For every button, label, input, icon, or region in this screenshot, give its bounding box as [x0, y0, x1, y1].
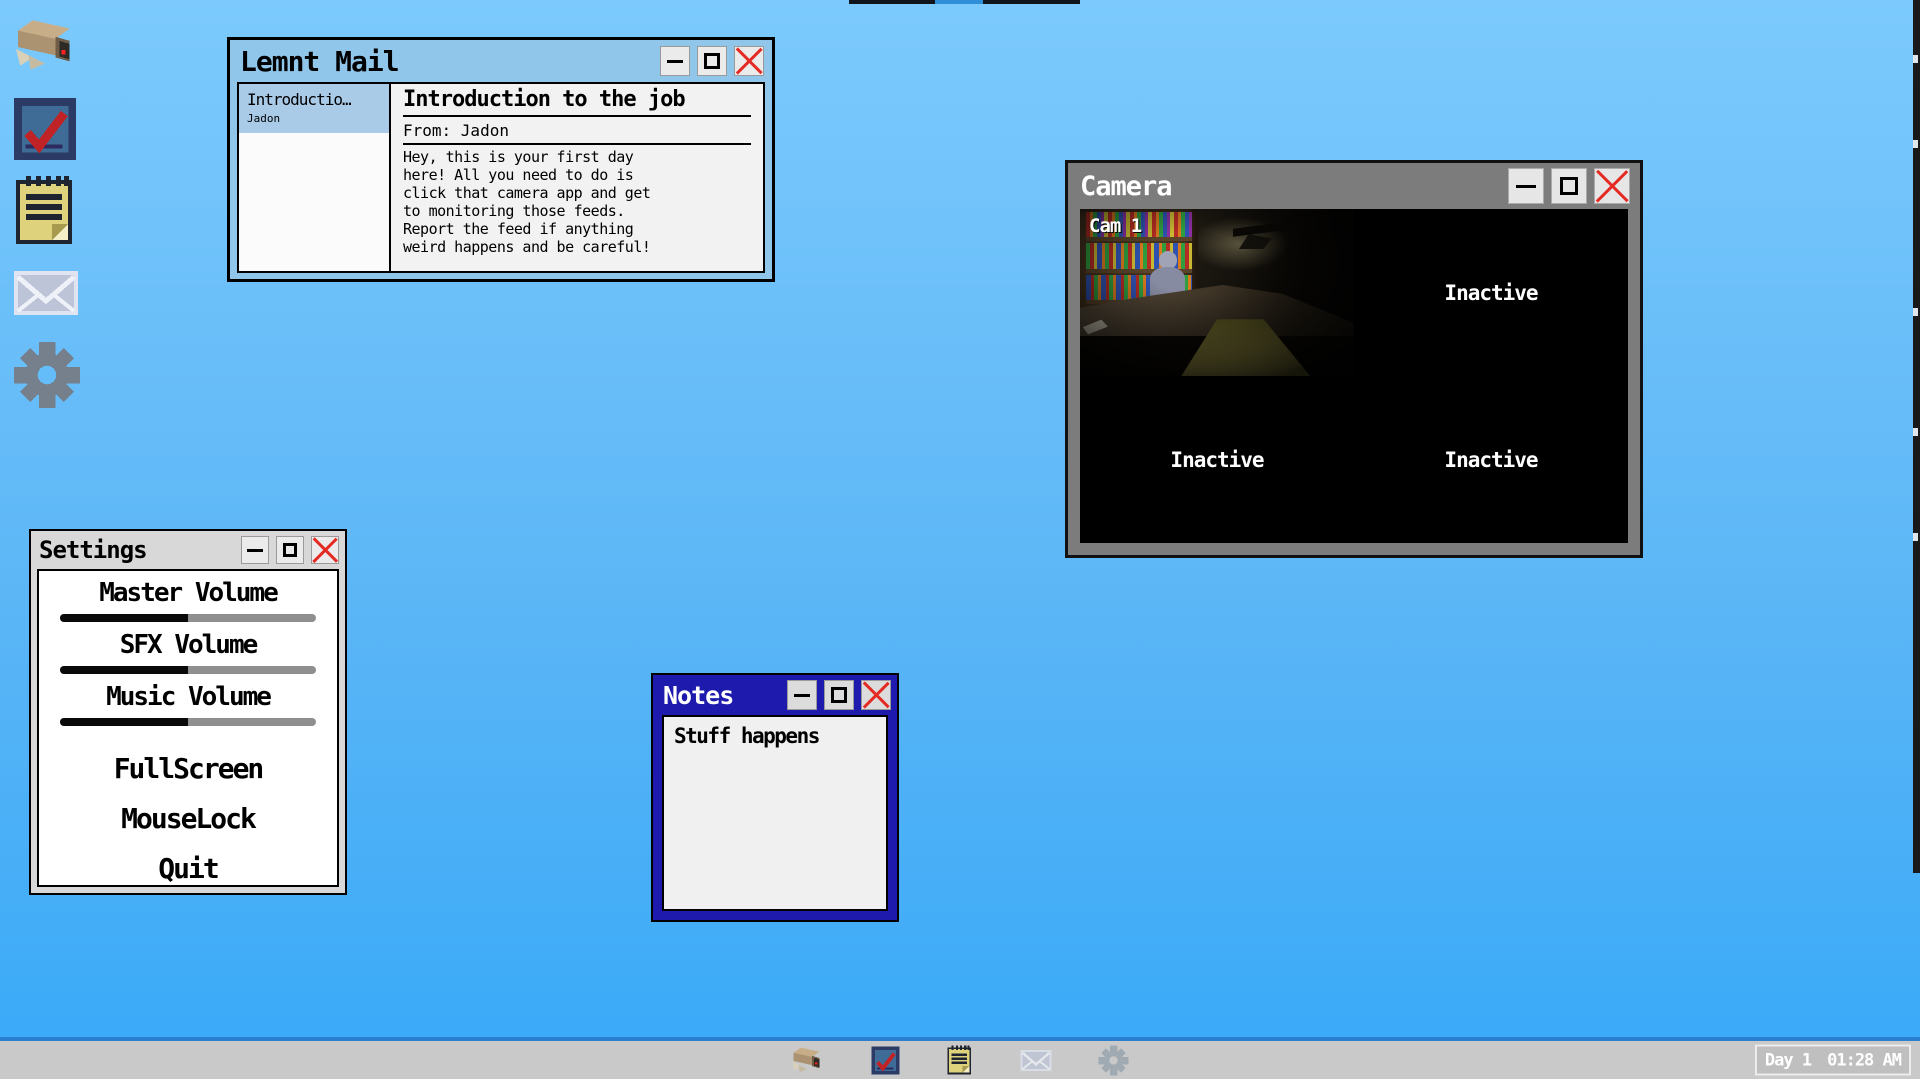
- mail-item-sender: Jadon: [247, 112, 383, 125]
- maximize-button[interactable]: [697, 46, 727, 76]
- close-button[interactable]: [861, 680, 891, 710]
- minimize-icon: [247, 549, 263, 552]
- day-counter: Day 1: [1765, 1050, 1811, 1070]
- close-button[interactable]: [311, 536, 339, 564]
- close-button[interactable]: [1594, 168, 1630, 204]
- minimize-button[interactable]: [1508, 168, 1544, 204]
- inactive-feed-label: Inactive: [1444, 448, 1537, 472]
- taskbar-icon-notepad[interactable]: [947, 1045, 974, 1076]
- notes-textarea[interactable]: Stuff happens: [662, 715, 888, 911]
- minimize-icon: [794, 694, 811, 697]
- settings-content: Master Volume SFX Volume Music Volume Fu…: [37, 569, 339, 887]
- master-volume-label: Master Volume: [99, 579, 277, 609]
- mail-subject-heading: Introduction to the job: [403, 87, 751, 117]
- music-volume-slider[interactable]: [60, 718, 316, 726]
- desktop: Lemnt Mail Introductio… Jadon Introducti…: [0, 0, 1920, 1079]
- security-camera-icon: [792, 1046, 825, 1075]
- camera-feed-label: Cam 1: [1089, 215, 1141, 237]
- settings-window-title: Settings: [39, 536, 147, 564]
- minimize-icon: [1516, 185, 1536, 188]
- taskbar-icon-checklist[interactable]: [872, 1046, 900, 1074]
- camera-window-title: Camera: [1080, 171, 1172, 202]
- inactive-feed-label: Inactive: [1170, 448, 1263, 472]
- fullscreen-button[interactable]: FullScreen: [114, 752, 263, 785]
- desktop-icon-mail[interactable]: [14, 270, 78, 316]
- slider-fill: [60, 666, 188, 674]
- checklist-icon: [14, 98, 76, 160]
- mail-list-item-selected[interactable]: Introductio… Jadon: [239, 84, 389, 133]
- notes-window: Notes Stuff happens: [651, 673, 899, 922]
- camera-titlebar[interactable]: Camera: [1068, 163, 1640, 209]
- taskbar-clock: Day 1 01:28 AM: [1755, 1045, 1911, 1076]
- maximize-button[interactable]: [824, 680, 854, 710]
- taskbar-icon-settings[interactable]: [1099, 1045, 1129, 1075]
- music-volume-label: Music Volume: [106, 683, 270, 713]
- mail-content: Introductio… Jadon Introduction to the j…: [237, 82, 765, 273]
- offscreen-window-top-edge-blue: [935, 0, 983, 4]
- offscreen-window-top-edge: [849, 0, 935, 4]
- mouselock-button[interactable]: MouseLock: [121, 802, 255, 835]
- taskbar: Day 1 01:28 AM: [0, 1037, 1920, 1079]
- mail-envelope-icon: [14, 270, 78, 316]
- desktop-icon-checklist[interactable]: [14, 98, 76, 160]
- offscreen-window-right-edge: [1913, 0, 1920, 873]
- camera-grid: Cam 1 Inactive Inactive Inactive: [1080, 209, 1628, 543]
- inactive-feed-label: Inactive: [1444, 281, 1537, 305]
- security-camera-icon: [14, 16, 80, 74]
- mail-titlebar[interactable]: Lemnt Mail: [230, 40, 772, 82]
- notes-titlebar[interactable]: Notes: [653, 675, 897, 715]
- quit-button[interactable]: Quit: [158, 852, 217, 885]
- mail-from-line: From: Jadon: [403, 117, 751, 145]
- taskbar-icon-camera[interactable]: [792, 1046, 825, 1075]
- maximize-icon: [831, 687, 846, 702]
- close-button[interactable]: [734, 46, 764, 76]
- taskbar-icon-mail[interactable]: [1021, 1049, 1052, 1071]
- settings-titlebar[interactable]: Settings: [31, 531, 345, 569]
- camera-feed-view: Cam 1: [1080, 209, 1354, 376]
- close-icon: [312, 537, 338, 563]
- mail-list: Introductio… Jadon: [239, 84, 391, 271]
- mail-window: Lemnt Mail Introductio… Jadon Introducti…: [227, 37, 775, 282]
- close-icon: [735, 47, 763, 75]
- minimize-button[interactable]: [660, 46, 690, 76]
- close-icon: [1595, 169, 1629, 203]
- maximize-icon: [1560, 177, 1579, 196]
- clock-time: 01:28 AM: [1827, 1050, 1901, 1070]
- minimize-button[interactable]: [787, 680, 817, 710]
- settings-gear-icon: [1099, 1045, 1129, 1075]
- desktop-icon-camera[interactable]: [14, 16, 80, 74]
- notepad-icon: [14, 174, 78, 246]
- notes-window-title: Notes: [663, 681, 733, 710]
- settings-window: Settings Master Volume SFX Volume Music …: [29, 529, 347, 895]
- mail-envelope-icon: [1021, 1049, 1052, 1071]
- slider-fill: [60, 718, 188, 726]
- camera-feed-4[interactable]: Inactive: [1354, 376, 1628, 543]
- maximize-button[interactable]: [1551, 168, 1587, 204]
- offscreen-window-top-edge: [983, 0, 1080, 4]
- camera-feed-2[interactable]: Inactive: [1354, 209, 1628, 376]
- mail-reading-pane: Introduction to the job From: Jadon Hey,…: [391, 84, 763, 271]
- sfx-volume-slider[interactable]: [60, 666, 316, 674]
- minimize-button[interactable]: [241, 536, 269, 564]
- minimize-icon: [667, 60, 684, 63]
- desktop-icon-settings[interactable]: [14, 342, 80, 408]
- sfx-volume-label: SFX Volume: [120, 631, 257, 661]
- camera-feed-1[interactable]: Cam 1: [1080, 209, 1354, 376]
- close-icon: [862, 681, 890, 709]
- mail-window-title: Lemnt Mail: [240, 45, 399, 78]
- mail-body-text: Hey, this is your first day here! All yo…: [403, 148, 751, 256]
- maximize-icon: [283, 543, 297, 557]
- camera-feed-3[interactable]: Inactive: [1080, 376, 1354, 543]
- notepad-icon: [947, 1045, 974, 1076]
- slider-fill: [60, 614, 188, 622]
- desktop-icon-notepad[interactable]: [14, 174, 78, 246]
- master-volume-slider[interactable]: [60, 614, 316, 622]
- settings-gear-icon: [14, 342, 80, 408]
- camera-window: Camera: [1065, 160, 1643, 558]
- mail-item-subject: Introductio…: [247, 90, 383, 109]
- maximize-icon: [704, 53, 719, 68]
- maximize-button[interactable]: [276, 536, 304, 564]
- checklist-icon: [872, 1046, 900, 1074]
